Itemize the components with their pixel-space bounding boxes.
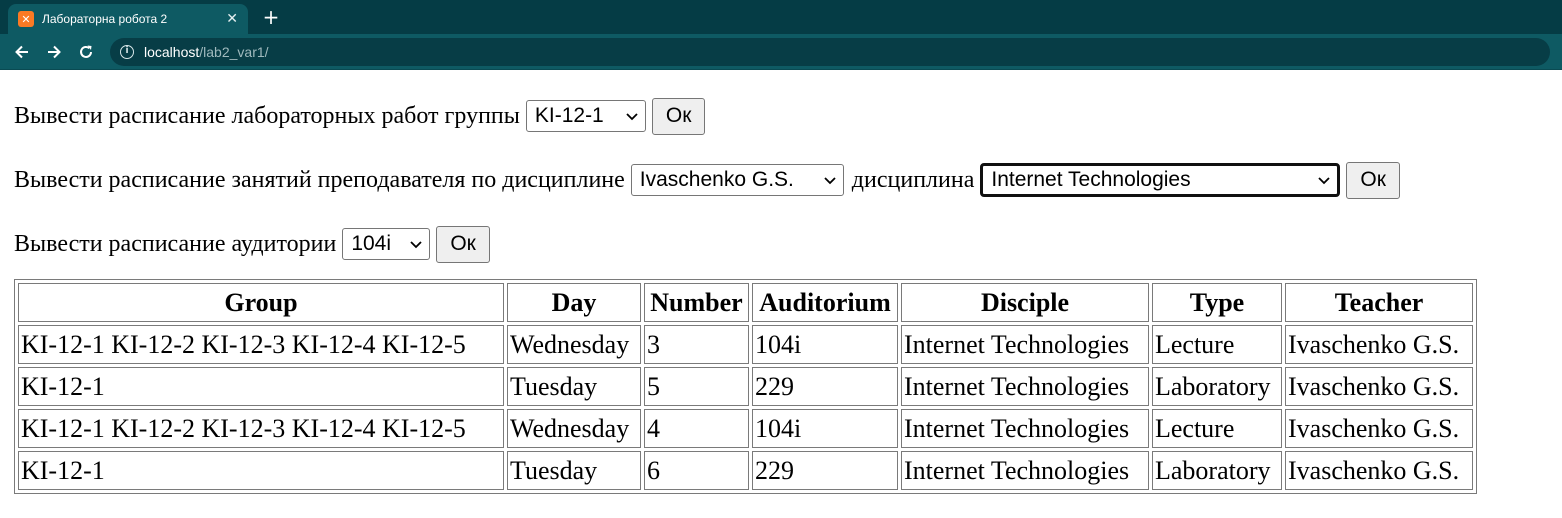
table-row: KI-12-1 KI-12-2 KI-12-3 KI-12-4 KI-12-5 … xyxy=(18,409,1473,448)
url-path: /lab2_var1/ xyxy=(199,43,269,60)
chevron-down-icon xyxy=(824,177,836,185)
cell-teacher: Ivaschenko G.S. xyxy=(1285,367,1473,406)
column-header: Number xyxy=(644,283,749,322)
cell-discipline: Internet Technologies xyxy=(901,325,1149,364)
cell-discipline: Internet Technologies xyxy=(901,409,1149,448)
plus-icon[interactable]: + xyxy=(258,4,284,30)
cell-group: KI-12-1 xyxy=(18,367,504,406)
cell-number: 5 xyxy=(644,367,749,406)
cell-day: Tuesday xyxy=(507,367,641,406)
cell-day: Wednesday xyxy=(507,409,641,448)
group-select-value: KI-12-1 xyxy=(534,104,604,127)
table-row: KI-12-1 Tuesday 6 229 Internet Technolog… xyxy=(18,451,1473,490)
table-row: KI-12-1 KI-12-2 KI-12-3 KI-12-4 KI-12-5 … xyxy=(18,325,1473,364)
forward-arrow-icon[interactable] xyxy=(40,38,68,66)
chevron-down-icon xyxy=(410,241,422,249)
auditorium-ok-button[interactable]: Ок xyxy=(436,225,490,263)
cell-teacher: Ivaschenko G.S. xyxy=(1285,325,1473,364)
cell-type: Lecture xyxy=(1152,325,1282,364)
chevron-down-icon xyxy=(1318,177,1330,185)
column-header: Group xyxy=(18,283,504,322)
discipline-select-value: Internet Technologies xyxy=(991,168,1191,191)
cell-group: KI-12-1 KI-12-2 KI-12-3 KI-12-4 KI-12-5 xyxy=(18,325,504,364)
discipline-select[interactable]: Internet Technologies xyxy=(980,163,1341,197)
page-content: Вывести расписание лабораторных работ гр… xyxy=(0,70,1562,494)
back-arrow-icon[interactable] xyxy=(8,38,36,66)
reload-icon[interactable] xyxy=(72,38,100,66)
cell-teacher: Ivaschenko G.S. xyxy=(1285,451,1473,490)
browser-tab[interactable]: ✕ Лабораторна робота 2 ✕ xyxy=(8,4,248,34)
teacher-select-value: Ivaschenko G.S. xyxy=(639,168,794,191)
column-header: Type xyxy=(1152,283,1282,322)
cell-group: KI-12-1 xyxy=(18,451,504,490)
url-host: localhost xyxy=(144,43,200,60)
cell-number: 6 xyxy=(644,451,749,490)
column-header: Auditorium xyxy=(752,283,898,322)
auditorium-select[interactable]: 104i xyxy=(342,228,431,260)
browser-tab-bar: ✕ Лабораторна робота 2 ✕ + xyxy=(0,0,1562,34)
group-form: Вывести расписание лабораторных работ гр… xyxy=(14,96,1562,136)
tab-title: Лабораторна робота 2 xyxy=(42,12,168,26)
cell-auditorium: 229 xyxy=(752,367,898,406)
cell-auditorium: 229 xyxy=(752,451,898,490)
close-icon[interactable]: ✕ xyxy=(226,11,238,27)
schedule-table: Group Day Number Auditorium Disciple Typ… xyxy=(14,279,1477,494)
table-header-row: Group Day Number Auditorium Disciple Typ… xyxy=(18,283,1473,322)
column-header: Disciple xyxy=(901,283,1149,322)
cell-day: Wednesday xyxy=(507,325,641,364)
cell-type: Lecture xyxy=(1152,409,1282,448)
cell-number: 3 xyxy=(644,325,749,364)
info-icon[interactable]: i xyxy=(120,44,134,59)
cell-group: KI-12-1 KI-12-2 KI-12-3 KI-12-4 KI-12-5 xyxy=(18,409,504,448)
cell-number: 4 xyxy=(644,409,749,448)
cell-teacher: Ivaschenko G.S. xyxy=(1285,409,1473,448)
address-bar[interactable]: i localhost /lab2_var1/ xyxy=(110,37,1550,66)
table-row: KI-12-1 Tuesday 5 229 Internet Technolog… xyxy=(18,367,1473,406)
teacher-label: Вывести расписание занятий преподавателя… xyxy=(14,166,625,193)
cell-day: Tuesday xyxy=(507,451,641,490)
auditorium-form: Вывести расписание аудитории 104i Ок xyxy=(14,224,1562,264)
group-ok-button[interactable]: Ок xyxy=(651,97,706,135)
group-select[interactable]: KI-12-1 xyxy=(525,100,646,132)
teacher-select[interactable]: Ivaschenko G.S. xyxy=(630,164,844,196)
browser-toolbar: i localhost /lab2_var1/ xyxy=(0,34,1562,70)
column-header: Day xyxy=(507,283,641,322)
cell-discipline: Internet Technologies xyxy=(901,367,1149,406)
cell-discipline: Internet Technologies xyxy=(901,451,1149,490)
cell-type: Laboratory xyxy=(1152,451,1282,490)
teacher-form: Вывести расписание занятий преподавателя… xyxy=(14,160,1562,200)
chevron-down-icon xyxy=(626,113,638,121)
auditorium-select-value: 104i xyxy=(351,232,392,255)
teacher-ok-button[interactable]: Ок xyxy=(1346,161,1400,199)
xampp-favicon-icon: ✕ xyxy=(18,11,34,27)
column-header: Teacher xyxy=(1285,283,1473,322)
cell-type: Laboratory xyxy=(1152,367,1282,406)
auditorium-label: Вывести расписание аудитории xyxy=(14,230,337,257)
discipline-label: дисциплина xyxy=(851,166,975,193)
group-label: Вывести расписание лабораторных работ гр… xyxy=(14,102,520,129)
cell-auditorium: 104i xyxy=(752,325,898,364)
cell-auditorium: 104i xyxy=(752,409,898,448)
